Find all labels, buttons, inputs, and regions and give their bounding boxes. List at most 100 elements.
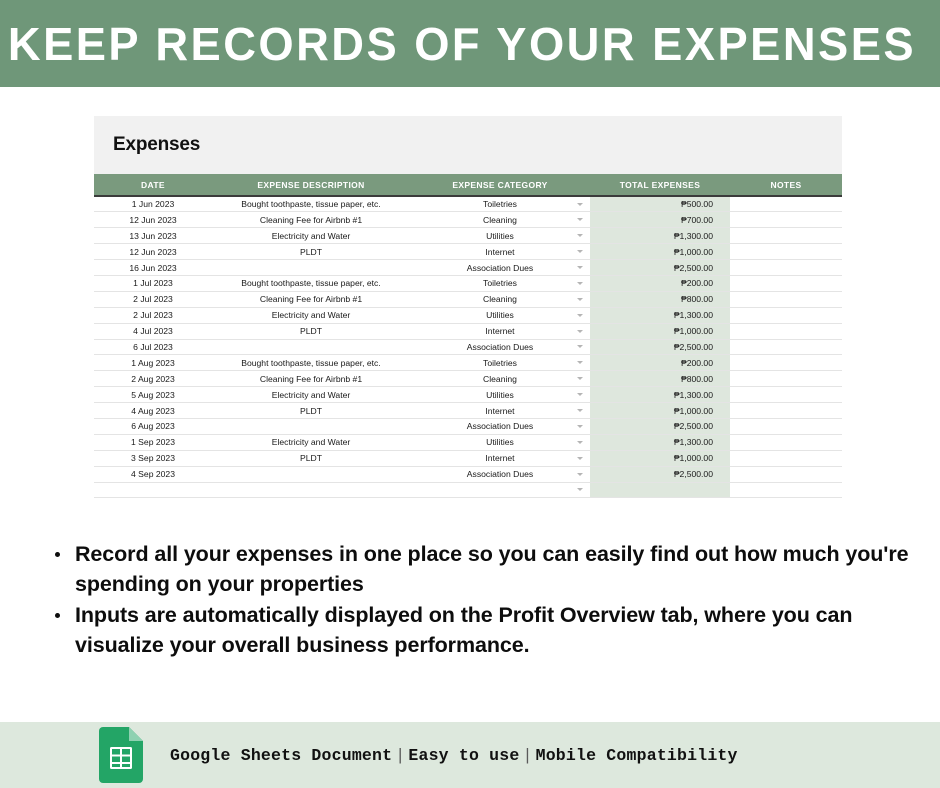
table-row[interactable]: 16 Jun 2023 Association Dues ₱2,500.00: [94, 259, 842, 276]
cell-total[interactable]: ₱1,300.00: [590, 307, 730, 324]
chevron-down-icon[interactable]: [577, 424, 583, 428]
cell-notes[interactable]: [730, 323, 842, 340]
table-row[interactable]: 1 Aug 2023 Bought toothpaste, tissue pape…: [94, 354, 842, 372]
cell-description[interactable]: PLDT: [212, 450, 410, 467]
cell-date[interactable]: 6 Jul 2023: [94, 339, 212, 356]
chevron-down-icon[interactable]: [577, 361, 583, 365]
cell-notes[interactable]: [730, 259, 842, 276]
cell-notes[interactable]: [730, 196, 842, 213]
table-row[interactable]: 2 Jul 2023 Cleaning Fee for Airbnb #1 Clea…: [94, 291, 842, 308]
chevron-down-icon[interactable]: [577, 218, 583, 222]
cell-date[interactable]: 4 Aug 2023: [94, 402, 212, 419]
cell-category[interactable]: Cleaning: [410, 370, 590, 388]
table-row[interactable]: 4 Jul 2023 PLDT Internet ₱1,000.00: [94, 323, 842, 340]
cell-category[interactable]: Internet: [410, 402, 590, 419]
cell-date[interactable]: 1 Jun 2023: [94, 196, 212, 213]
cell-notes[interactable]: [730, 434, 842, 451]
cell-category[interactable]: Toiletries: [410, 354, 590, 372]
cell-category[interactable]: Association Dues: [410, 339, 590, 356]
cell-notes[interactable]: [730, 339, 842, 356]
cell-total[interactable]: ₱800.00: [590, 370, 730, 388]
chevron-down-icon[interactable]: [577, 313, 583, 317]
table-row[interactable]: 4 Aug 2023 PLDT Internet ₱1,000.00: [94, 402, 842, 419]
table-row[interactable]: 5 Aug 2023 Electricity and Water Utilities…: [94, 386, 842, 404]
cell-notes[interactable]: [730, 354, 842, 372]
chevron-down-icon[interactable]: [577, 409, 583, 413]
cell-notes[interactable]: [730, 466, 842, 483]
cell-category[interactable]: Utilities: [410, 386, 590, 404]
cell-description[interactable]: Cleaning Fee for Airbnb #1: [212, 291, 410, 308]
table-row[interactable]: 12 Jun 2023 PLDT Internet ₱1,000.00: [94, 243, 842, 261]
cell-category[interactable]: Utilities: [410, 434, 590, 451]
table-row[interactable]: 2 Jul 2023 Electricity and Water Utilities…: [94, 307, 842, 324]
cell-notes[interactable]: [730, 482, 842, 499]
cell-total[interactable]: ₱800.00: [590, 291, 730, 308]
cell-notes[interactable]: [730, 291, 842, 308]
cell-category[interactable]: Association Dues: [410, 418, 590, 435]
cell-date[interactable]: 4 Sep 2023: [94, 466, 212, 483]
cell-date[interactable]: 1 Sep 2023: [94, 434, 212, 451]
cell-total[interactable]: ₱200.00: [590, 354, 730, 372]
chevron-down-icon[interactable]: [577, 250, 583, 254]
cell-notes[interactable]: [730, 418, 842, 435]
table-row[interactable]: 12 Jun 2023 Cleaning Fee for Airbnb #1 Cle…: [94, 211, 842, 229]
cell-notes[interactable]: [730, 307, 842, 324]
cell-category[interactable]: Internet: [410, 450, 590, 467]
cell-description[interactable]: PLDT: [212, 243, 410, 261]
cell-description[interactable]: Electricity and Water: [212, 434, 410, 451]
cell-date[interactable]: 4 Jul 2023: [94, 323, 212, 340]
cell-notes[interactable]: [730, 370, 842, 388]
cell-notes[interactable]: [730, 243, 842, 261]
cell-description[interactable]: Bought toothpaste, tissue paper, etc.: [212, 196, 410, 213]
table-row[interactable]: 1 Sep 2023 Electricity and Water Utilities…: [94, 434, 842, 451]
cell-date[interactable]: 2 Jul 2023: [94, 307, 212, 324]
cell-description[interactable]: [212, 259, 410, 276]
cell-total[interactable]: ₱1,000.00: [590, 323, 730, 340]
cell-total[interactable]: ₱1,000.00: [590, 450, 730, 467]
chevron-down-icon[interactable]: [577, 488, 583, 492]
cell-category[interactable]: Cleaning: [410, 211, 590, 229]
chevron-down-icon[interactable]: [577, 234, 583, 238]
chevron-down-icon[interactable]: [577, 377, 583, 381]
chevron-down-icon[interactable]: [577, 393, 583, 397]
chevron-down-icon[interactable]: [577, 266, 583, 269]
cell-description[interactable]: [212, 418, 410, 435]
cell-description[interactable]: Cleaning Fee for Airbnb #1: [212, 370, 410, 388]
cell-category[interactable]: Cleaning: [410, 291, 590, 308]
cell-date[interactable]: 2 Jul 2023: [94, 291, 212, 308]
table-row[interactable]: 1 Jul 2023 Bought toothpaste, tissue pape…: [94, 275, 842, 292]
cell-date[interactable]: 12 Jun 2023: [94, 211, 212, 229]
table-row[interactable]: 13 Jun 2023 Electricity and Water Utilitie…: [94, 227, 842, 245]
cell-notes[interactable]: [730, 227, 842, 245]
cell-notes[interactable]: [730, 211, 842, 229]
cell-date[interactable]: 13 Jun 2023: [94, 227, 212, 245]
cell-description[interactable]: Electricity and Water: [212, 227, 410, 245]
chevron-down-icon[interactable]: [577, 281, 583, 285]
cell-description[interactable]: PLDT: [212, 323, 410, 340]
cell-description[interactable]: Electricity and Water: [212, 386, 410, 404]
cell-category[interactable]: Internet: [410, 323, 590, 340]
chevron-down-icon[interactable]: [577, 472, 583, 476]
cell-total[interactable]: ₱2,500.00: [590, 259, 730, 276]
chevron-down-icon[interactable]: [577, 329, 583, 333]
cell-date[interactable]: 6 Aug 2023: [94, 418, 212, 435]
cell-category[interactable]: [410, 482, 590, 499]
cell-date[interactable]: [94, 482, 212, 499]
cell-total[interactable]: [590, 482, 730, 499]
cell-date[interactable]: 16 Jun 2023: [94, 259, 212, 276]
cell-category[interactable]: Internet: [410, 243, 590, 261]
cell-date[interactable]: 5 Aug 2023: [94, 386, 212, 404]
cell-category[interactable]: Association Dues: [410, 466, 590, 483]
cell-description[interactable]: [212, 466, 410, 483]
cell-date[interactable]: 3 Sep 2023: [94, 450, 212, 467]
chevron-down-icon[interactable]: [577, 440, 583, 444]
cell-total[interactable]: ₱500.00: [590, 196, 730, 213]
cell-total[interactable]: ₱700.00: [590, 211, 730, 229]
cell-total[interactable]: ₱1,000.00: [590, 402, 730, 419]
cell-description[interactable]: Bought toothpaste, tissue paper, etc.: [212, 275, 410, 292]
chevron-down-icon[interactable]: [577, 297, 583, 301]
cell-date[interactable]: 12 Jun 2023: [94, 243, 212, 261]
cell-description[interactable]: [212, 482, 410, 499]
cell-date[interactable]: 1 Jul 2023: [94, 275, 212, 292]
chevron-down-icon[interactable]: [577, 345, 583, 349]
